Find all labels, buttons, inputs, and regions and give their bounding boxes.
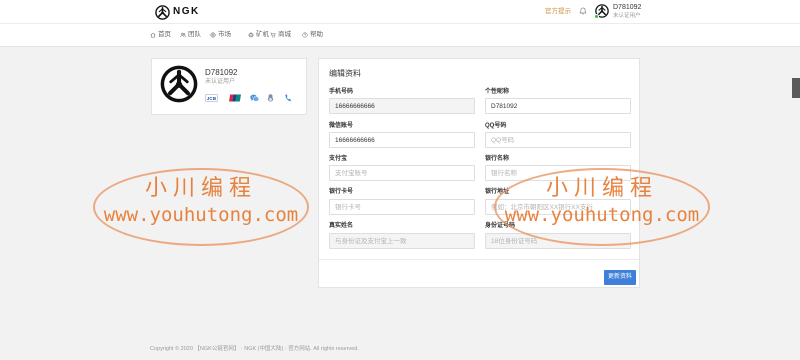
nav-item-home[interactable]: 首页 (150, 31, 171, 39)
id-number-label: 身份证号码 (485, 223, 516, 229)
header-username[interactable]: D781092 (613, 4, 641, 12)
official-notice-link[interactable]: 官方提示 (545, 8, 571, 16)
users-icon (180, 32, 186, 38)
jcb-card-icon[interactable]: JCB (205, 94, 218, 102)
real-name-field[interactable] (329, 233, 475, 249)
ngk-logo-icon (160, 65, 198, 103)
qq-label: QQ号码 (485, 123, 507, 129)
globe-icon (210, 32, 216, 38)
wechat-label: 微信账号 (329, 123, 354, 129)
nav-item-market[interactable]: 市场 (210, 31, 231, 39)
nav-item-label: 首页 (158, 31, 171, 38)
help-icon (302, 32, 308, 38)
alipay-field[interactable] (329, 165, 475, 181)
main-nav: 首页 团队 市场 矿机 商城 帮助 (0, 24, 800, 47)
nav-item-miner[interactable]: 矿机 (248, 31, 269, 39)
qq-icon[interactable] (267, 94, 274, 102)
wechat-field[interactable] (329, 132, 475, 148)
wechat-icon[interactable] (250, 94, 259, 102)
ngk-logo-icon (155, 5, 170, 20)
edit-profile-title: 编辑资料 (329, 69, 361, 78)
bell-icon[interactable] (579, 7, 587, 15)
profile-username: D781092 (205, 68, 238, 77)
phone-field[interactable] (329, 98, 475, 114)
user-avatar[interactable] (594, 4, 609, 19)
brand-logo-link[interactable]: NGK (155, 4, 200, 20)
nav-item-label: 帮助 (310, 31, 323, 38)
real-name-label: 真实姓名 (329, 223, 354, 229)
nav-item-label: 矿机 (256, 31, 269, 38)
brand-name: NGK (173, 6, 200, 17)
nickname-field[interactable] (485, 98, 631, 114)
gear-icon (248, 32, 254, 38)
nav-item-help[interactable]: 帮助 (302, 31, 323, 39)
top-header: NGK 官方提示 D781092 未认证用户 (0, 0, 800, 24)
side-float-tab[interactable] (792, 78, 800, 98)
bank-name-label: 银行名称 (485, 156, 510, 162)
watermark-url: www.youhutong.com (103, 204, 299, 226)
bank-name-field[interactable] (485, 165, 631, 181)
nav-item-team[interactable]: 团队 (180, 31, 201, 39)
nav-item-label: 商城 (278, 31, 291, 38)
bank-card-field[interactable] (329, 199, 475, 215)
bank-card-label: 银行卡号 (329, 189, 354, 195)
watermark-stamp: 小川编程 www.youhutong.com (93, 168, 309, 246)
profile-card: D781092 未认证用户 JCB (151, 58, 307, 115)
nickname-label: 个性昵称 (485, 89, 510, 95)
id-number-field[interactable] (485, 233, 631, 249)
form-divider (319, 259, 639, 260)
nav-item-label: 市场 (218, 31, 231, 38)
header-user-status: 未认证用户 (613, 13, 641, 19)
bank-address-label: 银行地址 (485, 189, 510, 195)
watermark-title: 小川编程 (144, 176, 257, 201)
cart-icon (270, 32, 276, 38)
phone-label: 手机号码 (329, 89, 354, 95)
phone-icon[interactable] (284, 94, 291, 102)
home-icon (150, 32, 156, 38)
online-status-dot (594, 14, 599, 19)
update-profile-button[interactable]: 更新资料 (604, 270, 636, 285)
nav-item-label: 团队 (188, 31, 201, 38)
unionpay-icon[interactable] (229, 94, 241, 102)
footer-copyright: Copyright © 2020 【NGK公链官网】 · NGK (中国大陆) … (150, 346, 359, 352)
nav-item-shop[interactable]: 商城 (270, 31, 291, 39)
alipay-label: 支付宝 (329, 156, 348, 162)
qq-field[interactable] (485, 132, 631, 148)
bank-address-field[interactable] (485, 199, 631, 215)
edit-profile-card: 编辑资料 手机号码 个性昵称 微信账号 QQ号码 支付宝 银行名称 银行卡号 银… (318, 58, 640, 288)
profile-verification-status: 未认证用户 (205, 79, 236, 85)
